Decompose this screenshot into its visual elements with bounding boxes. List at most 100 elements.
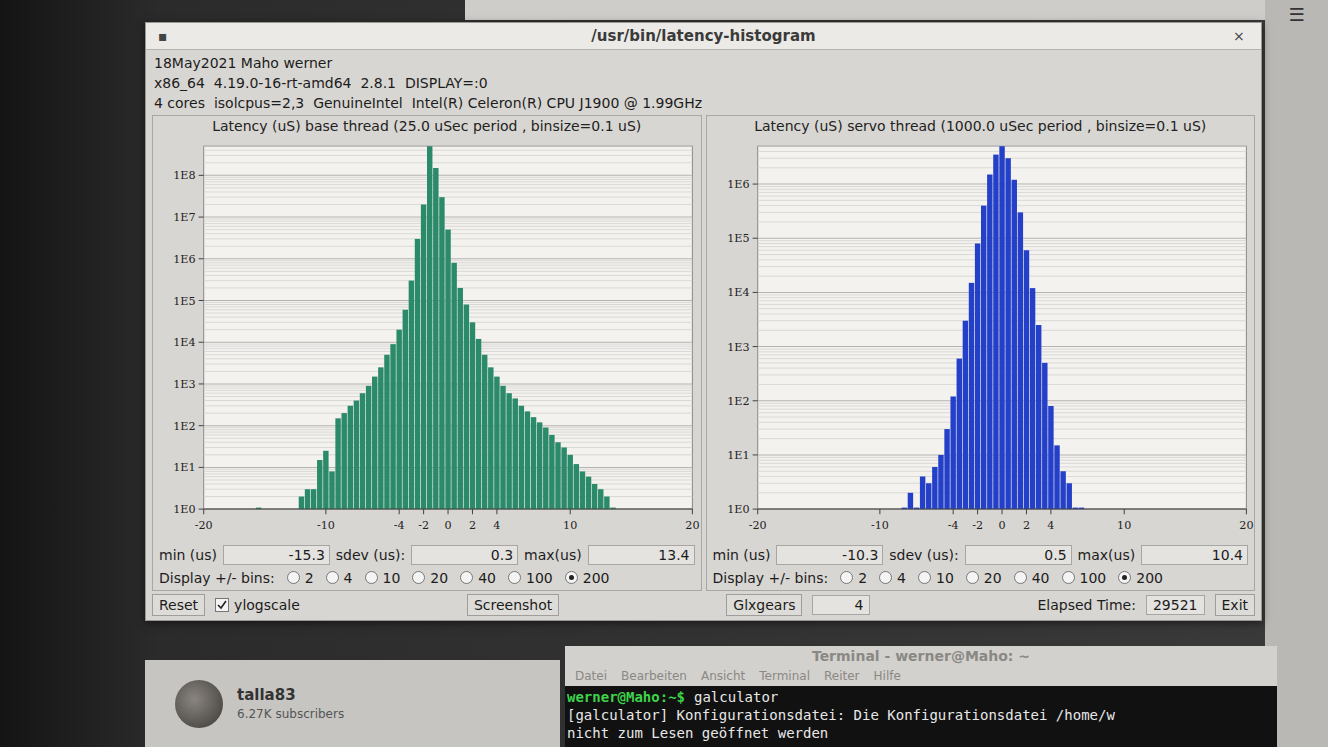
radio-icon[interactable] xyxy=(879,571,892,584)
checkbox-icon[interactable] xyxy=(215,598,229,612)
terminal-title: Terminal - werner@Maho: ~ xyxy=(565,646,1277,666)
info-line: 4 cores isolcpus=2,3 GenuineIntel Intel(… xyxy=(154,93,1253,113)
radio-icon[interactable] xyxy=(412,571,425,584)
histogram-bar xyxy=(378,367,383,509)
histogram-bar xyxy=(372,377,377,510)
histogram-bar xyxy=(907,493,912,509)
histogram-bar xyxy=(476,339,481,509)
radio-icon[interactable] xyxy=(508,571,521,584)
histogram-bar xyxy=(513,398,518,509)
bins-radio[interactable]: 200 xyxy=(1118,570,1163,586)
grid-line xyxy=(204,218,693,219)
histogram-bar xyxy=(1042,363,1047,509)
avatar-icon[interactable] xyxy=(175,680,223,728)
grid-line xyxy=(204,181,693,182)
channel-name[interactable]: talla83 xyxy=(237,686,344,704)
elapsed-field: 29521 xyxy=(1146,595,1205,615)
menu-item[interactable]: Hilfe xyxy=(874,668,901,684)
menu-item[interactable]: Ansicht xyxy=(701,668,745,684)
bins-radio[interactable]: 4 xyxy=(326,570,353,586)
radio-icon[interactable] xyxy=(1014,571,1027,584)
grid-line xyxy=(204,191,693,192)
x-tick: 0 xyxy=(444,509,451,532)
reset-button[interactable]: Reset xyxy=(152,594,205,616)
histogram-bar xyxy=(944,429,949,509)
radio-icon[interactable] xyxy=(365,571,378,584)
bins-label: Display +/- bins: xyxy=(159,570,275,586)
exit-button[interactable]: Exit xyxy=(1215,594,1256,616)
radio-icon[interactable] xyxy=(840,571,853,584)
svg-text:1E2: 1E2 xyxy=(727,395,749,408)
close-icon[interactable]: × xyxy=(1233,28,1249,44)
grid-line xyxy=(204,177,693,178)
bins-radio[interactable]: 40 xyxy=(1014,570,1050,586)
histogram-bar xyxy=(561,447,566,509)
radio-icon[interactable] xyxy=(565,571,578,584)
glxgears-count[interactable]: 4 xyxy=(812,595,870,615)
check-icon xyxy=(217,600,227,610)
x-tick: -10 xyxy=(317,509,335,532)
x-tick: 0 xyxy=(998,509,1005,532)
desktop: ☰talla836.27K subscribersTerminal - wern… xyxy=(0,0,1328,747)
histogram-bar xyxy=(580,471,585,509)
histogram-bar xyxy=(1017,212,1022,509)
bins-radio[interactable]: 100 xyxy=(508,570,553,586)
histogram-bar xyxy=(519,406,524,509)
bins-radio[interactable]: 2 xyxy=(840,570,867,586)
stat-label: sdev (us): xyxy=(336,547,405,563)
svg-text:-20: -20 xyxy=(748,519,766,532)
window-title: /usr/bin/latency-histogram xyxy=(591,27,815,45)
screenshot-button[interactable]: Screenshot xyxy=(467,594,559,616)
histogram-bar xyxy=(427,146,432,509)
svg-text:4: 4 xyxy=(1047,519,1054,532)
menu-item[interactable]: Terminal xyxy=(759,668,810,684)
window-menu-icon[interactable]: ▪ xyxy=(158,28,174,44)
bins-radio[interactable]: 200 xyxy=(565,570,610,586)
info-line: x86_64 4.19.0-16-rt-amd64 2.8.1 DISPLAY=… xyxy=(154,73,1253,93)
bins-radio[interactable]: 100 xyxy=(1062,570,1107,586)
stat-field: 10.4 xyxy=(1141,545,1248,565)
bins-radio[interactable]: 20 xyxy=(966,570,1002,586)
radio-icon[interactable] xyxy=(918,571,931,584)
radio-icon[interactable] xyxy=(326,571,339,584)
histogram-bar xyxy=(1023,250,1028,509)
histogram-panel: Latency (uS) servo thread (1000.0 uSec p… xyxy=(706,115,1256,591)
svg-text:1E1: 1E1 xyxy=(173,461,195,474)
radio-icon[interactable] xyxy=(1118,571,1131,584)
histogram-bar xyxy=(451,263,456,509)
terminal-body[interactable]: werner@Maho:~$galculator[galculator] Kon… xyxy=(565,686,1277,747)
radio-icon[interactable] xyxy=(966,571,979,584)
histogram-bar xyxy=(470,322,475,509)
bins-radio[interactable]: 2 xyxy=(287,570,314,586)
histogram-bar xyxy=(329,471,334,509)
ylogscale-checkbox[interactable]: ylogscale xyxy=(215,597,300,613)
radio-icon[interactable] xyxy=(1062,571,1075,584)
stat-field: 0.3 xyxy=(411,545,518,565)
bins-radio[interactable]: 20 xyxy=(412,570,448,586)
elapsed-label: Elapsed Time: xyxy=(1038,597,1136,613)
y-tick: 1E0 xyxy=(727,503,1246,516)
grid-line xyxy=(204,146,693,147)
bins-radio[interactable]: 4 xyxy=(879,570,906,586)
stat-label: max(us) xyxy=(524,547,582,563)
svg-text:1E4: 1E4 xyxy=(173,336,195,349)
svg-text:1E6: 1E6 xyxy=(727,178,749,191)
bins-row: Display +/- bins: 24 10 20 40 100 200 xyxy=(153,568,701,590)
menu-item[interactable]: Reiter xyxy=(824,668,860,684)
histogram-bar xyxy=(317,460,322,509)
glxgears-button[interactable]: Glxgears xyxy=(726,594,802,616)
panel-title: Latency (uS) base thread (25.0 uSec peri… xyxy=(153,116,701,136)
svg-text:2: 2 xyxy=(1022,519,1029,532)
menu-item[interactable]: Bearbeiten xyxy=(621,668,687,684)
bins-radio[interactable]: 10 xyxy=(918,570,954,586)
bins-radio[interactable]: 40 xyxy=(460,570,496,586)
histogram-bar xyxy=(439,197,444,509)
svg-text:1E8: 1E8 xyxy=(173,169,195,182)
menu-item[interactable]: Datei xyxy=(575,668,607,684)
radio-icon[interactable] xyxy=(287,571,300,584)
menu-icon[interactable]: ☰ xyxy=(1288,6,1304,747)
radio-icon[interactable] xyxy=(460,571,473,584)
histogram-bar xyxy=(586,477,591,509)
y-tick: 1E5 xyxy=(727,232,1246,245)
bins-radio[interactable]: 10 xyxy=(365,570,401,586)
